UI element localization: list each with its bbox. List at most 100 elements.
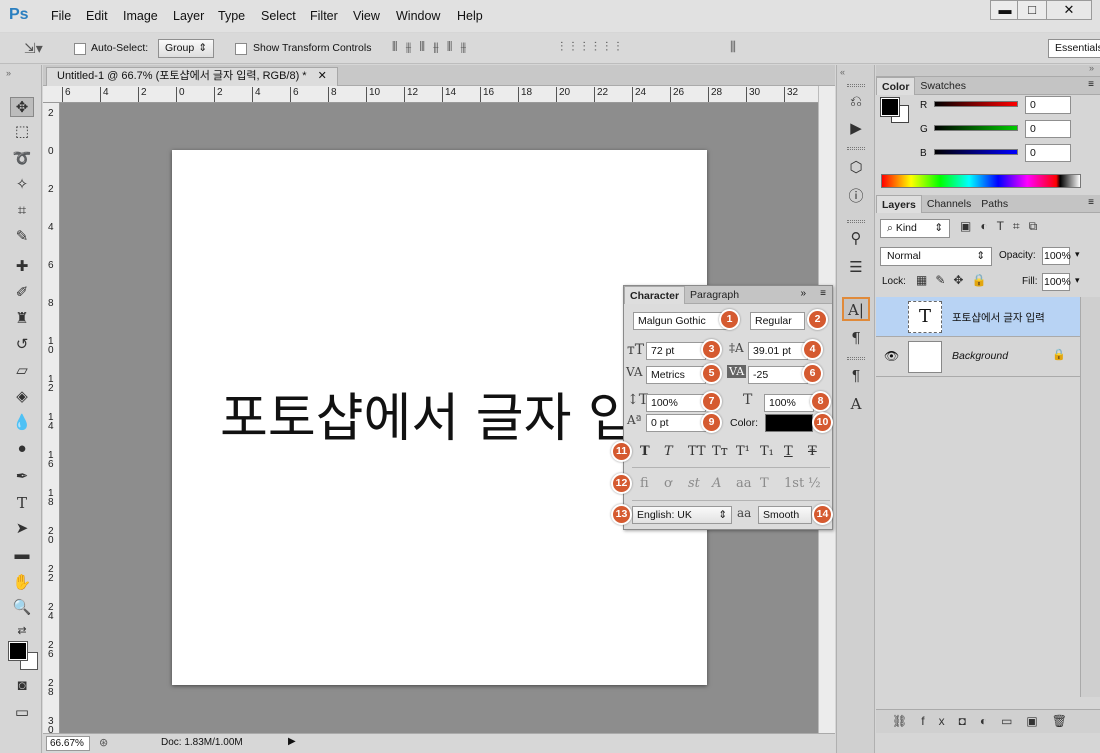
- healing-brush-tool-icon[interactable]: ✚: [10, 257, 34, 277]
- type-tool-icon[interactable]: T: [10, 493, 34, 513]
- foreground-color-swatch[interactable]: [8, 641, 28, 661]
- adjustments-panel-icon[interactable]: ☰: [845, 257, 867, 279]
- horizontal-scale-field[interactable]: 100%: [764, 394, 814, 412]
- lasso-tool-icon[interactable]: ➰: [10, 149, 34, 169]
- transform-controls-checkbox[interactable]: [235, 43, 247, 55]
- text-color-swatch[interactable]: [765, 414, 813, 432]
- document-text-layer[interactable]: 포토샵에서 글자 입: [220, 376, 636, 451]
- menu-image[interactable]: Image: [123, 9, 158, 23]
- tab-paragraph[interactable]: Paragraph: [685, 286, 744, 304]
- g-value[interactable]: 0: [1025, 120, 1071, 138]
- superscript-button[interactable]: T¹: [736, 444, 750, 459]
- faux-bold-button[interactable]: T: [640, 444, 650, 459]
- rectangle-tool-icon[interactable]: ▬: [10, 545, 34, 565]
- auto-select-dropdown[interactable]: Group ⇕: [158, 39, 214, 58]
- pen-tool-icon[interactable]: ✒: [10, 467, 34, 487]
- dodge-tool-icon[interactable]: ●: [10, 439, 34, 459]
- ornaments-button[interactable]: T: [760, 476, 769, 491]
- minimize-button[interactable]: ▬: [990, 0, 1020, 20]
- tab-color[interactable]: Color: [876, 76, 916, 95]
- menu-edit[interactable]: Edit: [86, 9, 108, 23]
- all-caps-button[interactable]: TT: [688, 444, 706, 459]
- actions-panel-icon[interactable]: ▶: [845, 118, 867, 140]
- tab-paths[interactable]: Paths: [976, 195, 1013, 213]
- move-tool-icon[interactable]: ✥: [10, 97, 34, 117]
- color-fg-swatch[interactable]: [880, 97, 900, 117]
- close-tab-icon[interactable]: ✕: [318, 70, 327, 82]
- panel-menu-icon[interactable]: ≡: [1088, 79, 1094, 90]
- zoom-field[interactable]: 66.67%: [46, 736, 90, 751]
- font-size-field[interactable]: 72 pt: [646, 342, 706, 360]
- tab-swatches[interactable]: Swatches: [915, 77, 971, 95]
- align-icons-group[interactable]: ⫴⫵⫴⫵⫴⫵: [392, 39, 474, 55]
- clone-stamp-tool-icon[interactable]: ♜: [10, 309, 34, 329]
- eye-icon[interactable]: 👁: [884, 349, 899, 363]
- font-style-field[interactable]: Regular: [750, 312, 805, 330]
- menu-type[interactable]: Type: [218, 9, 245, 23]
- collapse-panel-icon[interactable]: »: [800, 288, 806, 299]
- hand-tool-icon[interactable]: ✋: [10, 573, 34, 593]
- collapse-panels-icon[interactable]: »: [1089, 63, 1094, 73]
- swap-colors-icon[interactable]: ⇄: [10, 621, 34, 641]
- layer-filter-dropdown[interactable]: ⌕ Kind ⇕: [880, 219, 950, 238]
- maximize-button[interactable]: □: [1017, 0, 1047, 20]
- auto-select-checkbox[interactable]: [74, 43, 86, 55]
- faux-italic-button[interactable]: T: [664, 444, 673, 459]
- titling-button[interactable]: aa: [736, 476, 752, 491]
- distribute-icons-group[interactable]: ⫶⫶⫶⫶⫶⫶: [560, 39, 628, 55]
- blur-tool-icon[interactable]: 💧: [10, 413, 34, 433]
- menu-file[interactable]: File: [51, 9, 71, 23]
- small-caps-button[interactable]: Tт: [712, 444, 728, 459]
- vertical-scale-field[interactable]: 100%: [646, 394, 706, 412]
- history-brush-tool-icon[interactable]: ↺: [10, 335, 34, 355]
- screen-mode-icon[interactable]: ▭: [10, 703, 34, 723]
- panel-menu-icon[interactable]: ≡: [820, 288, 826, 299]
- underline-button[interactable]: T: [784, 444, 793, 459]
- g-slider[interactable]: [934, 125, 1018, 131]
- stylistic-alternates-button[interactable]: A: [712, 476, 721, 491]
- menu-layer[interactable]: Layer: [173, 9, 204, 23]
- layer-row-background[interactable]: 👁 Background 🔒: [876, 337, 1080, 377]
- 3d-panel-icon[interactable]: ⬡: [845, 157, 867, 179]
- b-value[interactable]: 0: [1025, 144, 1071, 162]
- expand-panels-icon[interactable]: «: [840, 67, 845, 77]
- info-panel-icon[interactable]: ⓘ: [845, 186, 867, 208]
- paragraph-styles-icon[interactable]: ¶: [845, 365, 867, 387]
- ordinals-button[interactable]: 1st: [784, 476, 804, 491]
- ligatures-button[interactable]: fi: [640, 476, 649, 491]
- color-spectrum-bar[interactable]: [881, 174, 1081, 188]
- zoom-tool-icon[interactable]: 🔍: [10, 598, 34, 618]
- brush-tool-icon[interactable]: ✐: [10, 283, 34, 303]
- layers-scrollbar[interactable]: [1080, 297, 1100, 697]
- strikethrough-button[interactable]: Ŧ: [808, 444, 817, 459]
- r-value[interactable]: 0: [1025, 96, 1071, 114]
- brush-presets-icon[interactable]: ⚲: [845, 228, 867, 250]
- auto-align-icon[interactable]: ⫼: [730, 39, 736, 55]
- status-info-icon[interactable]: ⊛: [99, 736, 108, 749]
- b-slider[interactable]: [934, 149, 1018, 155]
- menu-select[interactable]: Select: [261, 9, 296, 23]
- font-family-field[interactable]: Malgun Gothic: [633, 312, 728, 330]
- leading-field[interactable]: 39.01 pt: [748, 342, 808, 360]
- language-dropdown[interactable]: English: UK ⇕: [632, 506, 732, 524]
- menu-window[interactable]: Window: [396, 9, 440, 23]
- marquee-tool-icon[interactable]: ⬚: [10, 122, 34, 142]
- menu-filter[interactable]: Filter: [310, 9, 338, 23]
- collapse-icon[interactable]: »: [6, 68, 11, 78]
- subscript-button[interactable]: T₁: [760, 444, 774, 459]
- workspace-switcher[interactable]: Essentials: [1048, 39, 1100, 58]
- path-selection-tool-icon[interactable]: ➤: [10, 519, 34, 539]
- fill-field[interactable]: 100%: [1042, 273, 1071, 291]
- layers-bottom-toolbar[interactable]: ⛓fx◘◐▭▣🗑: [876, 709, 1100, 733]
- antialias-dropdown[interactable]: Smooth: [758, 506, 812, 524]
- swash-button[interactable]: st: [688, 476, 700, 491]
- opacity-field[interactable]: 100%: [1042, 247, 1071, 265]
- lock-icons[interactable]: ▦✎✥🔒: [916, 273, 994, 287]
- opacity-arrow-icon[interactable]: ▾: [1075, 249, 1080, 260]
- crop-tool-icon[interactable]: ⌗: [10, 201, 34, 221]
- character-panel-icon[interactable]: A|: [842, 297, 870, 321]
- tab-channels[interactable]: Channels: [922, 195, 976, 213]
- layer-name[interactable]: Background: [952, 350, 1008, 362]
- eyedropper-tool-icon[interactable]: ✎: [10, 227, 34, 247]
- menu-view[interactable]: View: [353, 9, 380, 23]
